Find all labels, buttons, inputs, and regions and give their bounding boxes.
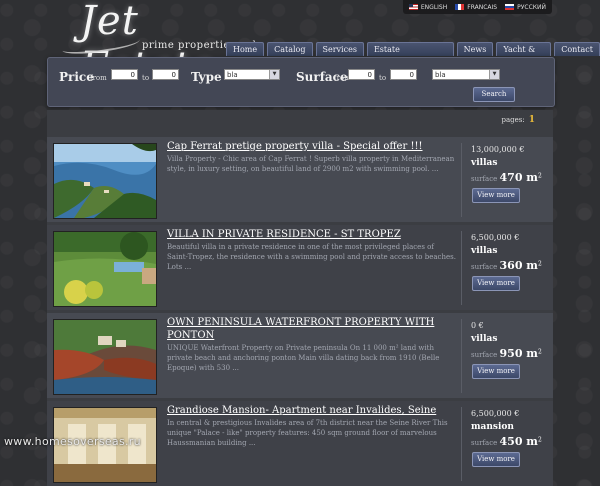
view-more-button[interactable]: View more	[472, 188, 520, 203]
type-label: Type	[191, 70, 222, 84]
listing-surface: surface 950 m2	[471, 347, 542, 360]
divider	[461, 231, 462, 305]
listings-area: pages: 1 Cap Ferrat pretige property vill…	[47, 110, 553, 486]
site-logo[interactable]: Jet Estate prime properties only	[61, 0, 262, 90]
nav-services[interactable]: Services	[315, 42, 364, 56]
view-more-button[interactable]: View more	[472, 364, 520, 379]
listing-description: In central & prestigious Invalides area …	[167, 419, 448, 447]
listing-description: UNIQUE Waterfront Property on Private pe…	[167, 344, 440, 372]
divider	[461, 319, 462, 393]
nav-home[interactable]: Home	[226, 42, 265, 56]
view-more-button[interactable]: View more	[472, 276, 520, 291]
listing-type: villas	[471, 334, 498, 344]
price-to-input[interactable]: 0	[152, 69, 179, 80]
divider	[461, 407, 462, 481]
price-label: Price	[59, 70, 94, 84]
extra-select[interactable]: bla ▼	[432, 69, 500, 80]
lang-french[interactable]: FRANCAIS	[455, 4, 497, 11]
watermark: www.homesoverseas.ru	[4, 435, 141, 448]
listing-surface: surface 450 m2	[471, 435, 542, 448]
search-panel: Price from 0 to 0 Type bla ▼ Surface fro…	[47, 57, 555, 107]
listing-type: villas	[471, 246, 498, 256]
listing-item: VILLA IN PRIVATE RESIDENCE - ST TROPEZ B…	[47, 225, 553, 310]
uk-flag-icon	[408, 4, 418, 10]
surface-from-input[interactable]: 0	[348, 69, 375, 80]
surface-to-input[interactable]: 0	[390, 69, 417, 80]
price-from-label: from	[90, 74, 107, 82]
coast-photo-image	[54, 144, 156, 218]
main-nav: Home Catalog Services Estate management …	[226, 42, 600, 67]
listing-item: Cap Ferrat pretige property villa - Spec…	[47, 137, 553, 222]
listing-photo-coast[interactable]	[53, 143, 157, 219]
lang-english[interactable]: ENGLISH	[408, 4, 447, 11]
divider	[461, 143, 462, 217]
listing-price: 13,000,000 €	[471, 145, 525, 154]
listing-surface: surface 360 m2	[471, 259, 542, 272]
listing-price: 6,500,000 €	[471, 233, 520, 242]
listing-title-link[interactable]: OWN PENINSULA WATERFRONT PROPERTY WITH P…	[167, 316, 457, 342]
view-more-button[interactable]: View more	[472, 452, 520, 467]
listing-type: villas	[471, 158, 498, 168]
listing-surface: surface 470 m2	[471, 171, 542, 184]
surface-to-label: to	[379, 74, 387, 82]
lang-russian[interactable]: РУССКИЙ	[505, 4, 546, 11]
listing-title-link[interactable]: Cap Ferrat pretige property villa - Spec…	[167, 140, 457, 153]
listing-price: 0 €	[471, 321, 484, 330]
nav-estate-management[interactable]: Estate management	[366, 42, 454, 67]
price-to-label: to	[142, 74, 150, 82]
france-flag-icon	[455, 4, 465, 10]
listing-item: OWN PENINSULA WATERFRONT PROPERTY WITH P…	[47, 313, 553, 398]
listing-description: Beautiful villa in a private residence i…	[167, 243, 456, 271]
nav-catalog[interactable]: Catalog	[267, 42, 313, 56]
listing-type: mansion	[471, 422, 514, 432]
nav-yacht-jet[interactable]: Yacht & Jet	[496, 42, 552, 67]
garden-photo-image	[54, 232, 156, 306]
price-from-input[interactable]: 0	[111, 69, 138, 80]
listing-title-link[interactable]: VILLA IN PRIVATE RESIDENCE - ST TROPEZ	[167, 228, 457, 241]
listing-photo-waterfront[interactable]	[53, 319, 157, 395]
type-select[interactable]: bla ▼	[224, 69, 280, 80]
listing-price: 6,500,000 €	[471, 409, 520, 418]
listing-title-link[interactable]: Grandiose Mansion- Apartment near Invali…	[167, 404, 457, 417]
listing-photo-garden[interactable]	[53, 231, 157, 307]
waterfront-photo-image	[54, 320, 156, 394]
pagination: pages: 1	[501, 115, 536, 125]
listing-description: Villa Property - Chic area of Cap Ferrat…	[167, 155, 455, 173]
chevron-down-icon: ▼	[489, 70, 499, 79]
chevron-down-icon: ▼	[269, 70, 279, 79]
page-1-link[interactable]: 1	[529, 115, 535, 125]
nav-contact[interactable]: Contact	[554, 42, 600, 56]
language-switcher: ENGLISH FRANCAIS РУССКИЙ	[402, 0, 552, 14]
nav-news[interactable]: News	[456, 42, 494, 56]
search-button[interactable]: Search	[473, 87, 515, 102]
russia-flag-icon	[505, 4, 515, 10]
